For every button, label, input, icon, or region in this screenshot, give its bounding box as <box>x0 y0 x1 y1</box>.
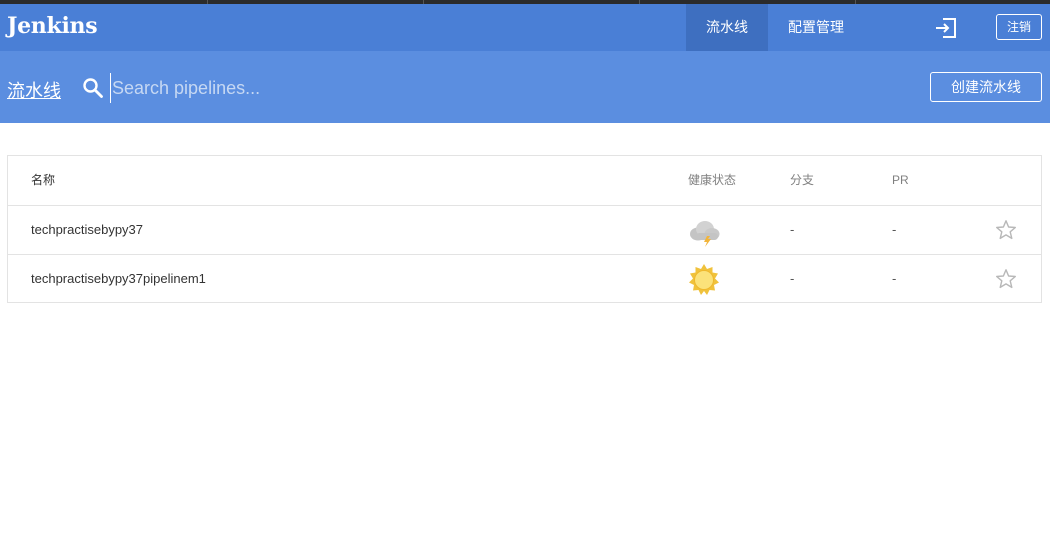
create-pipeline-button[interactable]: 创建流水线 <box>930 72 1042 102</box>
table-row[interactable]: techpractisebypy37pipelinem1 - - <box>8 254 1041 303</box>
pipeline-pr: - <box>892 222 897 237</box>
pipeline-pr: - <box>892 271 897 286</box>
favorite-star-icon[interactable] <box>995 268 1017 290</box>
login-icon[interactable] <box>934 17 958 39</box>
column-header-health[interactable]: 健康状态 <box>688 156 736 204</box>
pipeline-name[interactable]: techpractisebypy37 <box>31 206 143 254</box>
nav-tab-pipelines[interactable]: 流水线 <box>686 4 768 51</box>
pipeline-name[interactable]: techpractisebypy37pipelinem1 <box>31 255 206 303</box>
pipelines-subheader: 流水线 创建流水线 <box>0 51 1050 123</box>
column-header-pr[interactable]: PR <box>892 156 909 204</box>
nav-tab-administration[interactable]: 配置管理 <box>768 4 864 51</box>
search-icon <box>83 78 103 98</box>
logout-button[interactable]: 注销 <box>996 14 1042 40</box>
table-header-row: 名称 健康状态 分支 PR <box>8 156 1041 205</box>
pipeline-branches: - <box>790 271 795 286</box>
top-header: Jenkins 流水线 配置管理 注销 <box>0 4 1050 51</box>
pipeline-branches: - <box>790 222 795 237</box>
weather-storm-icon <box>690 221 720 247</box>
favorite-star-icon[interactable] <box>995 219 1017 241</box>
weather-sunny-icon <box>689 264 719 295</box>
table-row[interactable]: techpractisebypy37 - - <box>8 205 1041 254</box>
pipelines-table: 名称 健康状态 分支 PR techpractisebypy37 - - tec… <box>7 155 1042 303</box>
column-header-name[interactable]: 名称 <box>31 156 55 204</box>
column-header-branches[interactable]: 分支 <box>790 156 814 204</box>
page-title[interactable]: 流水线 <box>7 77 61 103</box>
search-input[interactable] <box>110 73 710 103</box>
jenkins-logo[interactable]: Jenkins <box>7 13 98 39</box>
